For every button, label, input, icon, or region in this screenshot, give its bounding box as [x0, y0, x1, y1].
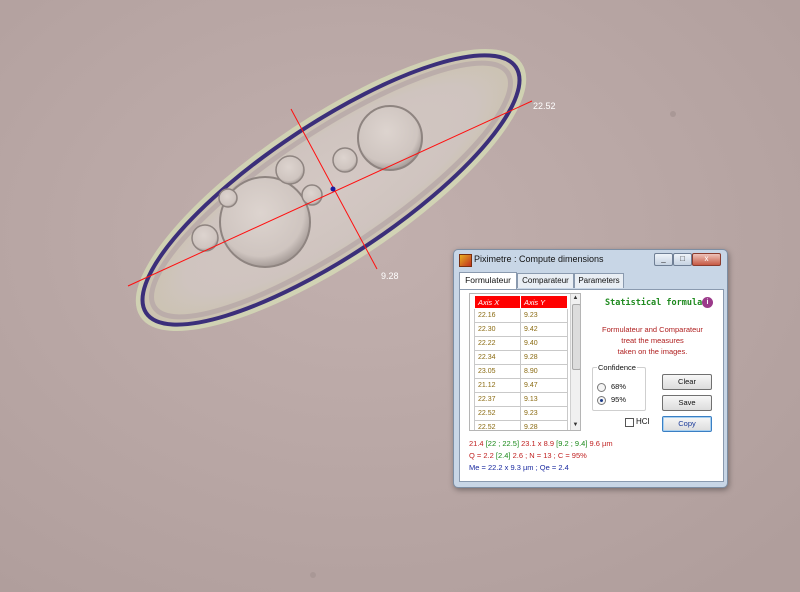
- maximize-button[interactable]: □: [673, 253, 692, 266]
- cell-axis-x[interactable]: 22.52: [474, 406, 521, 421]
- column-header-axis-x[interactable]: Axis X: [474, 295, 521, 309]
- description-line: treat the measures: [621, 336, 684, 345]
- cell-axis-x[interactable]: 22.22: [474, 336, 521, 351]
- confidence-group: Confidence 68% 95%: [592, 363, 646, 411]
- description-line: taken on the images.: [617, 347, 688, 356]
- tab-comparateur[interactable]: Comparateur: [517, 273, 574, 288]
- cell-axis-y[interactable]: 9.40: [520, 336, 568, 351]
- table-scrollbar[interactable]: ▲ ▼: [570, 294, 580, 430]
- table-row[interactable]: 23.05 8.90: [474, 364, 568, 379]
- confidence-legend: Confidence: [597, 363, 637, 372]
- tab-parameters[interactable]: Parameters: [574, 273, 624, 288]
- description-text: Formulateur and Comparateur treat the me…: [590, 324, 715, 357]
- radio-95-label: 95%: [611, 395, 627, 404]
- formulateur-panel: Axis X Axis Y 22.16 9.23 22.30 9.42 22.22 9…: [459, 289, 724, 482]
- table-row[interactable]: 21.12 9.47: [474, 378, 568, 393]
- result-q-max-n-c: 2.6 ; N = 13 ; C = 95%: [510, 451, 587, 460]
- result-q-interval: [2.4]: [495, 451, 511, 460]
- cell-axis-y[interactable]: 9.23: [520, 406, 568, 421]
- vacuole-top-right: [357, 105, 423, 171]
- scroll-thumb[interactable]: [572, 304, 580, 370]
- vacuole-small-5: [218, 188, 238, 208]
- cell-axis-y[interactable]: 9.42: [520, 322, 568, 337]
- dust-speck-2: [310, 572, 316, 578]
- table-row[interactable]: 22.22 9.40: [474, 336, 568, 351]
- result-length-interval: [22 ; 22.5]: [485, 439, 520, 448]
- vacuole-small-1: [275, 155, 305, 185]
- length-measure-label: 22.52: [533, 101, 556, 111]
- table-row[interactable]: 22.52 9.23: [474, 406, 568, 421]
- cell-axis-y[interactable]: 9.28: [520, 350, 568, 365]
- result-max: 9.6 µm: [587, 439, 613, 448]
- table-row[interactable]: 22.37 9.13: [474, 392, 568, 407]
- column-header-axis-y[interactable]: Axis Y: [520, 295, 568, 309]
- cell-axis-x[interactable]: 23.05: [474, 364, 521, 379]
- cell-axis-y[interactable]: 8.90: [520, 364, 568, 379]
- result-line-3: Me = 22.2 x 9.3 µm ; Qe = 2.4: [469, 463, 569, 472]
- hci-checkbox[interactable]: [625, 418, 634, 427]
- cell-axis-x[interactable]: 22.52: [474, 420, 521, 430]
- cell-axis-y[interactable]: 9.13: [520, 392, 568, 407]
- measures-table[interactable]: Axis X Axis Y 22.16 9.23 22.30 9.42 22.22 9…: [469, 293, 581, 431]
- table-row[interactable]: 22.52 9.28: [474, 420, 568, 430]
- save-button[interactable]: Save: [662, 395, 712, 411]
- result-mean-size: 23.1 x 8.9: [519, 439, 557, 448]
- measure-center-point: [330, 186, 336, 192]
- scroll-up-arrow-icon[interactable]: ▲: [571, 294, 580, 303]
- hci-label: HCI: [636, 417, 650, 426]
- info-icon[interactable]: i: [702, 297, 713, 308]
- result-q-min: Q = 2.2: [469, 451, 496, 460]
- app-icon: [459, 254, 472, 267]
- description-line: Formulateur and Comparateur: [602, 325, 703, 334]
- cell-axis-y[interactable]: 9.23: [520, 308, 568, 323]
- statistical-formula-title: Statistical formula: [605, 298, 703, 308]
- compute-dimensions-window: Piximetre : Compute dimensions _ □ x For…: [453, 249, 728, 488]
- result-line-1: 21.4 [22 ; 22.5] 23.1 x 8.9 [9.2 ; 9.4] …: [469, 439, 613, 448]
- measures-grid: Axis X Axis Y 22.16 9.23 22.30 9.42 22.22 9…: [474, 295, 568, 430]
- minimize-button[interactable]: _: [654, 253, 673, 266]
- table-row[interactable]: 22.16 9.23: [474, 308, 568, 323]
- table-row[interactable]: 22.34 9.28: [474, 350, 568, 365]
- table-row[interactable]: 22.30 9.42: [474, 322, 568, 337]
- cell-axis-y[interactable]: 9.47: [520, 378, 568, 393]
- scroll-down-arrow-icon[interactable]: ▼: [571, 421, 580, 430]
- window-titlebar[interactable]: Piximetre : Compute dimensions _ □ x: [454, 250, 727, 270]
- cell-axis-x[interactable]: 22.37: [474, 392, 521, 407]
- close-button[interactable]: x: [692, 253, 721, 266]
- dust-speck-1: [670, 111, 676, 117]
- clear-button[interactable]: Clear: [662, 374, 712, 390]
- cell-axis-x[interactable]: 22.16: [474, 308, 521, 323]
- result-min: 21.4: [469, 439, 486, 448]
- radio-68-icon[interactable]: [597, 383, 606, 392]
- cell-axis-x[interactable]: 22.34: [474, 350, 521, 365]
- radio-68-label: 68%: [611, 382, 627, 391]
- table-header-row: Axis X Axis Y: [474, 295, 568, 309]
- width-measure-label: 9.28: [381, 271, 399, 281]
- cell-axis-x[interactable]: 22.30: [474, 322, 521, 337]
- cell-axis-y[interactable]: 9.28: [520, 420, 568, 430]
- radio-95-icon[interactable]: [597, 396, 606, 405]
- tab-formulateur[interactable]: Formulateur: [459, 272, 517, 289]
- vacuole-small-2: [332, 147, 358, 173]
- window-title: Piximetre : Compute dimensions: [474, 254, 604, 264]
- copy-button[interactable]: Copy: [662, 416, 712, 432]
- result-line-2: Q = 2.2 [2.4] 2.6 ; N = 13 ; C = 95%: [469, 451, 587, 460]
- result-width-interval: [9.2 ; 9.4]: [556, 439, 588, 448]
- cell-axis-x[interactable]: 21.12: [474, 378, 521, 393]
